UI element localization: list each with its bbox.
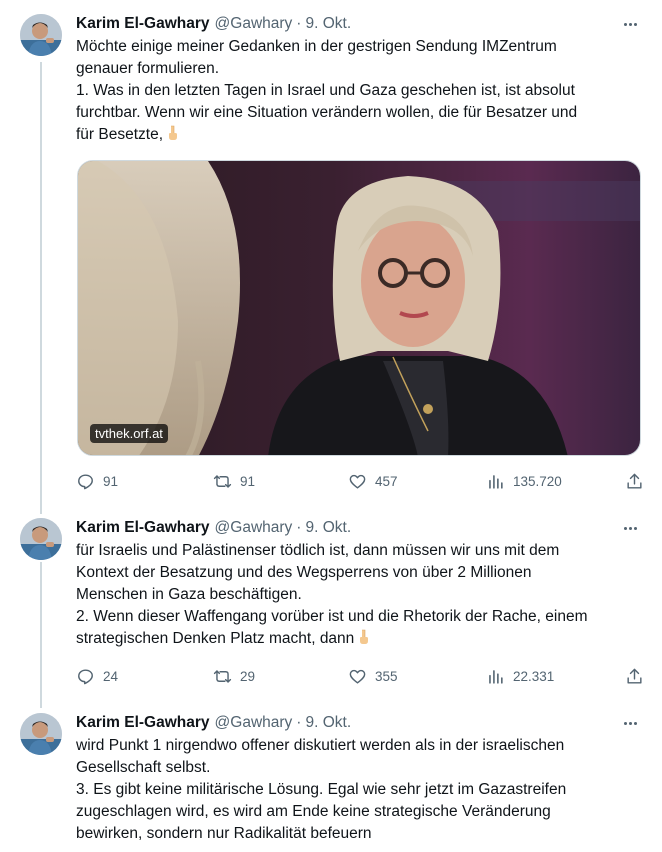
avatar-image xyxy=(20,713,62,755)
tweet-text-line: furchtbar. Wenn wir eine Situation verän… xyxy=(76,104,578,121)
reply-icon xyxy=(78,668,93,684)
like-count: 355 xyxy=(375,668,398,684)
views-count: 22.331 xyxy=(513,668,555,684)
tweet-text-line: Gesellschaft selbst. xyxy=(76,759,211,776)
tweet-text-line: zugeschlagen wird, es wird am Ende keine… xyxy=(76,803,551,820)
views-button[interactable]: 135.720 xyxy=(486,472,562,491)
views-chart-icon xyxy=(489,669,503,684)
tweet-text-line: strategischen Denken Platz macht, dann xyxy=(76,628,650,650)
tweet-text-line: genauer formulieren. xyxy=(76,60,220,77)
tweet-text-line: 3. Es gibt keine militärische Lösung. Eg… xyxy=(76,781,567,798)
media-source-badge: tvthek.orf.at xyxy=(90,424,168,443)
tweet-text-line: Kontext der Besatzung und des Wegsperren… xyxy=(76,564,532,581)
views-count: 135.720 xyxy=(513,473,562,489)
tweet-date[interactable]: 9. Okt. xyxy=(305,519,351,537)
views-button[interactable]: 22.331 xyxy=(486,667,554,686)
retweet-button[interactable]: 29 xyxy=(213,667,255,686)
avatar[interactable] xyxy=(20,518,62,560)
reply-icon xyxy=(78,473,93,489)
tweet-text: für Israelis und Palästinenser tödlich i… xyxy=(76,540,650,650)
tweet-text-line: bewirken, sondern nur Radikalität befeue… xyxy=(76,825,372,842)
tweet-text-line: wird Punkt 1 nirgendwo offener diskutier… xyxy=(76,737,565,754)
author-name[interactable]: Karim El-Gawhary xyxy=(76,714,210,732)
share-icon xyxy=(627,668,642,684)
heart-icon xyxy=(349,669,366,684)
tweet[interactable]: Karim El-Gawhary @Gawhary · 9. Okt. für … xyxy=(0,508,662,698)
video-thumbnail[interactable]: tvthek.orf.at xyxy=(77,160,641,456)
heart-icon xyxy=(349,474,366,489)
author-name[interactable]: Karim El-Gawhary xyxy=(76,519,210,537)
studio-image xyxy=(78,161,640,455)
pointing-down-hand-icon xyxy=(360,629,369,644)
tweet-text-line: 1. Was in den letzten Tagen in Israel un… xyxy=(76,82,575,99)
tweet-text: Möchte einige meiner Gedanken in der ges… xyxy=(76,36,650,146)
tweet[interactable]: Karim El-Gawhary @Gawhary · 9. Okt. wird… xyxy=(0,703,662,852)
reply-count: 24 xyxy=(103,668,119,684)
like-button[interactable]: 355 xyxy=(348,667,398,686)
share-button[interactable] xyxy=(625,472,644,491)
more-options-icon[interactable] xyxy=(618,713,642,733)
tweet-text-line: Möchte einige meiner Gedanken in der ges… xyxy=(76,38,557,55)
avatar[interactable] xyxy=(20,713,62,755)
author-handle[interactable]: @Gawhary xyxy=(215,519,293,537)
tweet-text-segment: strategischen Denken Platz macht, dann xyxy=(76,630,355,647)
separator-dot: · xyxy=(296,15,302,32)
tweet-text-line: für Israelis und Palästinenser tödlich i… xyxy=(76,542,560,559)
share-icon xyxy=(627,473,642,489)
avatar-image xyxy=(20,518,62,560)
author-handle[interactable]: @Gawhary xyxy=(215,714,293,732)
retweet-button[interactable]: 91 xyxy=(213,472,255,491)
tweet-header: Karim El-Gawhary @Gawhary · 9. Okt. xyxy=(76,713,650,733)
tweet-text-line: für Besetzte, xyxy=(76,124,650,146)
author-handle[interactable]: @Gawhary xyxy=(215,15,293,33)
tweet-text-line: Menschen in Gaza beschäftigen. xyxy=(76,586,302,603)
more-options-icon[interactable] xyxy=(618,518,642,538)
avatar-image xyxy=(20,14,62,56)
tweet-header: Karim El-Gawhary @Gawhary · 9. Okt. xyxy=(76,14,650,34)
reply-button[interactable]: 24 xyxy=(76,667,118,686)
more-options-icon[interactable] xyxy=(618,14,642,34)
tweet-header: Karim El-Gawhary @Gawhary · 9. Okt. xyxy=(76,518,650,538)
pointing-down-hand-icon xyxy=(169,125,178,140)
separator-dot: · xyxy=(296,519,302,536)
reply-button[interactable]: 91 xyxy=(76,472,118,491)
views-chart-icon xyxy=(489,474,503,489)
tweet-actions: 24 29 355 22.331 xyxy=(76,666,644,686)
retweet-icon xyxy=(213,669,232,683)
tweet-text-line: 2. Wenn dieser Waffengang vorüber ist un… xyxy=(76,608,588,625)
retweet-count: 91 xyxy=(240,473,256,489)
retweet-icon xyxy=(213,474,232,488)
share-button[interactable] xyxy=(625,667,644,686)
like-count: 457 xyxy=(375,473,398,489)
avatar[interactable] xyxy=(20,14,62,56)
tweet-actions: 91 91 457 135.720 xyxy=(76,471,644,491)
reply-count: 91 xyxy=(103,473,119,489)
tweet[interactable]: Karim El-Gawhary @Gawhary · 9. Okt. Möch… xyxy=(0,0,662,510)
retweet-count: 29 xyxy=(240,668,256,684)
like-button[interactable]: 457 xyxy=(348,472,398,491)
tweet-text: wird Punkt 1 nirgendwo offener diskutier… xyxy=(76,735,650,845)
separator-dot: · xyxy=(296,714,302,731)
author-name[interactable]: Karim El-Gawhary xyxy=(76,15,210,33)
tweet-date[interactable]: 9. Okt. xyxy=(305,15,351,33)
tweet-text-segment: für Besetzte, xyxy=(76,126,164,143)
tweet-date[interactable]: 9. Okt. xyxy=(305,714,351,732)
